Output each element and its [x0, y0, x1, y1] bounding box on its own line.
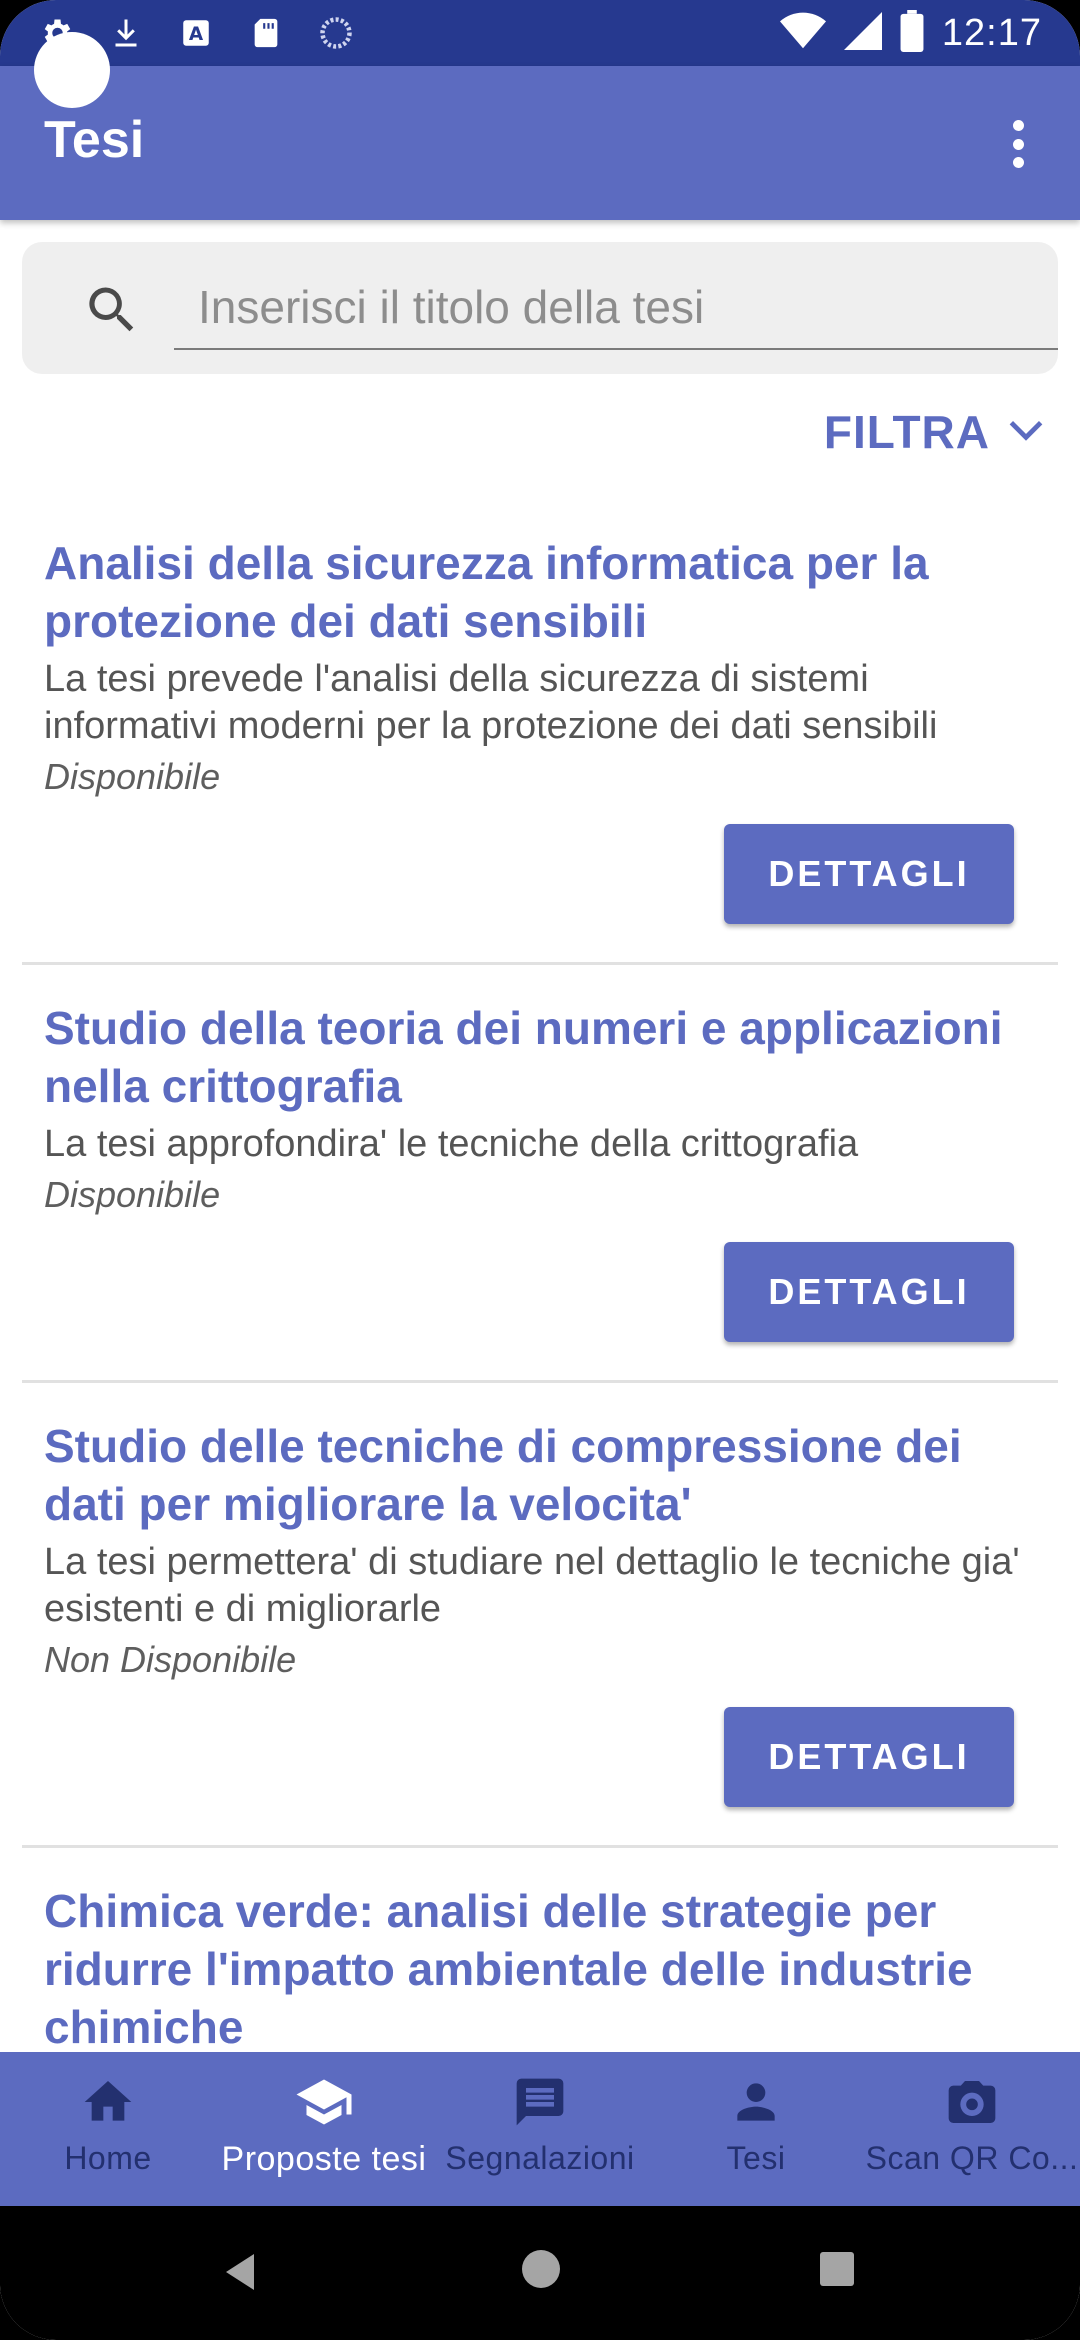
thesis-title: Chimica verde: analisi delle strategie p…: [44, 1885, 973, 2052]
nav-item-proposte-tesi[interactable]: Proposte tesi: [216, 2052, 432, 2206]
more-vert-icon[interactable]: [992, 114, 1044, 174]
thesis-card: Studio della teoria dei numeri e applica…: [22, 965, 1058, 1383]
thesis-card: Chimica verde: analisi delle strategie p…: [22, 1848, 1058, 2052]
person-icon: [726, 2072, 786, 2132]
thesis-card: Analisi della sicurezza informatica per …: [22, 500, 1058, 965]
nav-label: Tesi: [726, 2140, 786, 2176]
thesis-list: Analisi della sicurezza informatica per …: [0, 500, 1080, 2052]
thesis-status: Non Disponibile: [44, 1639, 297, 1680]
nav-label: Segnalazioni: [445, 2140, 635, 2176]
thesis-title: Analisi della sicurezza informatica per …: [44, 537, 929, 647]
status-time: 12:17: [941, 11, 1042, 54]
nav-item-tesi[interactable]: Tesi: [648, 2052, 864, 2206]
status-bar: A 12:17: [0, 0, 1080, 66]
recents-icon[interactable]: [820, 2252, 854, 2286]
nav-item-segnalazioni[interactable]: Segnalazioni: [432, 2052, 648, 2206]
front-camera: [34, 32, 110, 108]
thesis-status: Disponibile: [44, 1174, 221, 1215]
thesis-card: Studio delle tecniche di compressione de…: [22, 1383, 1058, 1848]
nav-item-home[interactable]: Home: [0, 2052, 216, 2206]
page-title: Tesi: [44, 111, 145, 169]
nav-label: Proposte tesi: [221, 2140, 427, 2178]
accessibility-icon: A: [176, 13, 216, 53]
thesis-title: Studio delle tecniche di compressione de…: [44, 1420, 962, 1530]
nav-label: Scan QR Co...: [865, 2140, 1079, 2176]
details-button[interactable]: DETTAGLI: [724, 1707, 1014, 1807]
svg-text:A: A: [189, 24, 204, 45]
filter-button[interactable]: FILTRA: [824, 402, 1048, 462]
back-icon[interactable]: [222, 2252, 262, 2297]
home-button-icon[interactable]: [522, 2250, 560, 2288]
thesis-description: La tesi approfondira' le tecniche della …: [44, 1123, 859, 1165]
thesis-description: La tesi permettera' di studiare nel dett…: [44, 1541, 1020, 1630]
message-icon: [510, 2072, 570, 2132]
filter-label: FILTRA: [823, 406, 990, 458]
search-input[interactable]: [174, 266, 1058, 350]
chevron-down-icon: [1004, 408, 1048, 457]
school-icon: [294, 2072, 354, 2132]
camera-icon: [942, 2072, 1002, 2132]
home-icon: [78, 2072, 138, 2132]
system-navigation-bar: [0, 2206, 1080, 2340]
status-icons-right: 12:17: [779, 8, 1042, 58]
nav-item-scan-qr[interactable]: Scan QR Co...: [864, 2052, 1080, 2206]
loading-icon: [316, 13, 356, 53]
search-bar: [22, 242, 1058, 374]
battery-icon: [900, 9, 924, 57]
wifi-icon: [779, 11, 826, 56]
details-button[interactable]: DETTAGLI: [724, 824, 1014, 924]
nav-label: Home: [64, 2140, 152, 2176]
thesis-status: Disponibile: [44, 756, 221, 797]
sd-card-icon: [246, 13, 286, 53]
search-icon: [82, 280, 142, 340]
details-button[interactable]: DETTAGLI: [724, 1242, 1014, 1342]
signal-icon: [843, 11, 882, 56]
phone-screen: A 12:17 Tesi Inserisci il titolo della t…: [0, 0, 1080, 2340]
thesis-title: Studio della teoria dei numeri e applica…: [44, 1002, 1003, 1112]
bottom-navigation: Home Proposte tesi Segnalazioni Tesi Sca…: [0, 2052, 1080, 2206]
app-bar: Tesi: [0, 66, 1080, 220]
thesis-description: La tesi prevede l'analisi della sicurezz…: [44, 658, 938, 747]
download-icon: [106, 13, 146, 53]
